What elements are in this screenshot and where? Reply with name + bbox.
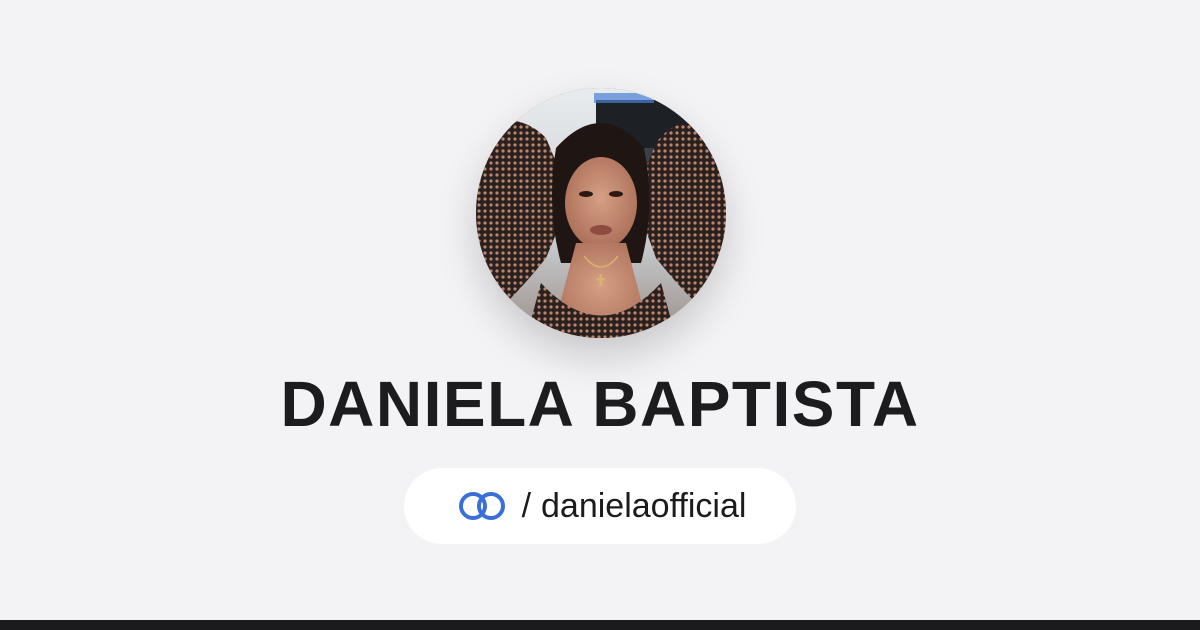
linked-rings-icon: [454, 488, 510, 524]
avatar-photo: [476, 88, 726, 338]
handle-link[interactable]: / danielaofficial: [404, 468, 796, 544]
handle-separator: /: [521, 486, 532, 525]
handle-username: danielaofficial: [541, 486, 747, 525]
avatar[interactable]: [476, 88, 726, 338]
profile-name: DANIELA BAPTISTA: [280, 368, 920, 440]
bottom-bar: [0, 620, 1200, 630]
profile-card: DANIELA BAPTISTA / danielaofficial: [0, 0, 1200, 620]
